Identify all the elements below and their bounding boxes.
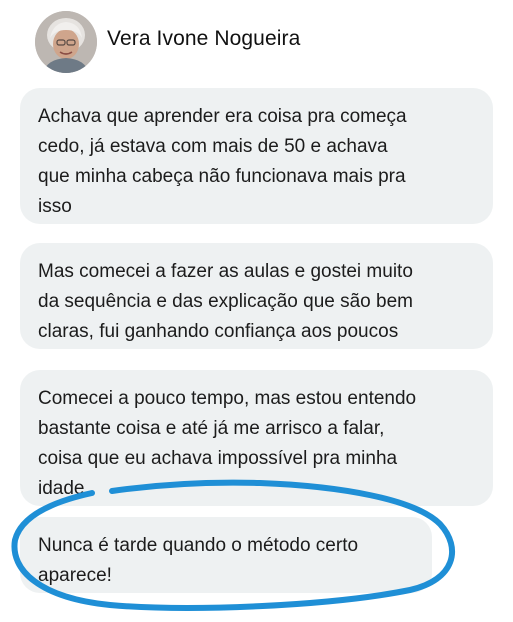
- message-line: bastante coisa e até já me arrisco a fal…: [38, 418, 385, 439]
- message-line: isso: [38, 196, 72, 217]
- message-line: idade: [38, 478, 85, 499]
- message-line: claras, fui ganhando confiança aos pouco…: [38, 321, 399, 342]
- message-line: que minha cabeça não funcionava mais pra: [38, 166, 406, 187]
- message-line: Mas comecei a fazer as aulas e gostei mu…: [38, 261, 413, 282]
- message-line: Comecei a pouco tempo, mas estou entendo: [38, 388, 417, 409]
- user-avatar-icon: [35, 11, 97, 73]
- contact-name[interactable]: Vera Ivone Nogueira: [107, 27, 300, 51]
- avatar[interactable]: [35, 11, 97, 73]
- message-bubble[interactable]: Achava que aprender era coisa pra começa…: [20, 88, 493, 224]
- chat-header: Vera Ivone Nogueira: [0, 0, 513, 82]
- message-line: Nunca é tarde quando o método certo: [38, 535, 359, 556]
- message-line: da sequência e das explicação que são be…: [38, 291, 413, 312]
- message-bubble[interactable]: Mas comecei a fazer as aulas e gostei mu…: [20, 243, 493, 349]
- message-bubble[interactable]: Comecei a pouco tempo, mas estou entendo…: [20, 370, 493, 506]
- message-line: coisa que eu achava impossível pra minha: [38, 448, 398, 469]
- message-line: Achava que aprender era coisa pra começa: [38, 106, 407, 127]
- message-line: aparece!: [38, 565, 112, 586]
- message-line: cedo, já estava com mais de 50 e achava: [38, 136, 388, 157]
- message-bubble-highlighted[interactable]: Nunca é tarde quando o método certo apar…: [20, 517, 432, 593]
